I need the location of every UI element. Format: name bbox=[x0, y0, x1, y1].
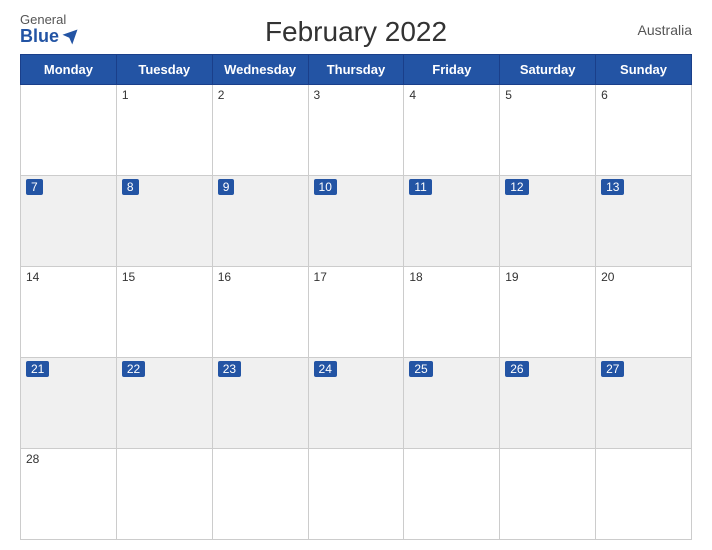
day-number: 10 bbox=[314, 179, 337, 195]
day-number: 28 bbox=[26, 452, 39, 466]
day-number: 27 bbox=[601, 361, 624, 377]
calendar-cell: 25 bbox=[404, 358, 500, 449]
day-number: 21 bbox=[26, 361, 49, 377]
week-row-1: 1 2 3 4 5 6 bbox=[21, 85, 692, 176]
calendar-cell: 14 bbox=[21, 267, 117, 358]
calendar-cell: 21 bbox=[21, 358, 117, 449]
logo-blue: Blue bbox=[20, 27, 79, 47]
day-number: 7 bbox=[26, 179, 43, 195]
calendar-cell: 16 bbox=[212, 267, 308, 358]
weekday-header-row: MondayTuesdayWednesdayThursdayFridaySatu… bbox=[21, 55, 692, 85]
week-row-5: 28 bbox=[21, 449, 692, 540]
day-number: 25 bbox=[409, 361, 432, 377]
day-number: 11 bbox=[409, 179, 431, 195]
day-number: 20 bbox=[601, 270, 614, 284]
calendar-cell: 5 bbox=[500, 85, 596, 176]
calendar-cell: 2 bbox=[212, 85, 308, 176]
week-row-3: 14 15 16 17 18 19 20 bbox=[21, 267, 692, 358]
calendar-cell: 19 bbox=[500, 267, 596, 358]
weekday-header-sunday: Sunday bbox=[596, 55, 692, 85]
calendar-cell: 12 bbox=[500, 176, 596, 267]
calendar-cell bbox=[404, 449, 500, 540]
calendar-cell: 15 bbox=[116, 267, 212, 358]
calendar-cell bbox=[116, 449, 212, 540]
day-number: 3 bbox=[314, 88, 321, 102]
day-number: 15 bbox=[122, 270, 135, 284]
day-number: 6 bbox=[601, 88, 608, 102]
day-number: 14 bbox=[26, 270, 39, 284]
weekday-header-monday: Monday bbox=[21, 55, 117, 85]
week-row-4: 21 22 23 24 25 26 27 bbox=[21, 358, 692, 449]
calendar-cell: 11 bbox=[404, 176, 500, 267]
day-number: 5 bbox=[505, 88, 512, 102]
weekday-header-tuesday: Tuesday bbox=[116, 55, 212, 85]
calendar-cell: 24 bbox=[308, 358, 404, 449]
calendar-cell: 7 bbox=[21, 176, 117, 267]
weekday-header-friday: Friday bbox=[404, 55, 500, 85]
weekday-header-thursday: Thursday bbox=[308, 55, 404, 85]
calendar-cell: 1 bbox=[116, 85, 212, 176]
week-row-2: 7 8 9 10 11 12 13 bbox=[21, 176, 692, 267]
day-number: 23 bbox=[218, 361, 241, 377]
day-number: 24 bbox=[314, 361, 337, 377]
calendar-cell: 27 bbox=[596, 358, 692, 449]
calendar-cell: 26 bbox=[500, 358, 596, 449]
logo: General Blue bbox=[20, 13, 79, 47]
calendar-cell: 13 bbox=[596, 176, 692, 267]
calendar-table: MondayTuesdayWednesdayThursdayFridaySatu… bbox=[20, 54, 692, 540]
day-number: 19 bbox=[505, 270, 518, 284]
calendar-cell: 10 bbox=[308, 176, 404, 267]
calendar-cell bbox=[21, 85, 117, 176]
calendar-cell: 6 bbox=[596, 85, 692, 176]
calendar-cell: 4 bbox=[404, 85, 500, 176]
calendar-cell bbox=[596, 449, 692, 540]
day-number: 9 bbox=[218, 179, 235, 195]
weekday-header-wednesday: Wednesday bbox=[212, 55, 308, 85]
logo-bird-icon bbox=[61, 28, 79, 46]
day-number: 26 bbox=[505, 361, 528, 377]
day-number: 2 bbox=[218, 88, 225, 102]
calendar-cell bbox=[212, 449, 308, 540]
day-number: 17 bbox=[314, 270, 327, 284]
day-number: 1 bbox=[122, 88, 129, 102]
calendar-cell: 8 bbox=[116, 176, 212, 267]
day-number: 12 bbox=[505, 179, 528, 195]
calendar-cell: 20 bbox=[596, 267, 692, 358]
calendar-cell: 22 bbox=[116, 358, 212, 449]
calendar-cell: 3 bbox=[308, 85, 404, 176]
day-number: 16 bbox=[218, 270, 231, 284]
calendar-cell: 9 bbox=[212, 176, 308, 267]
calendar-cell bbox=[500, 449, 596, 540]
calendar-cell: 17 bbox=[308, 267, 404, 358]
day-number: 18 bbox=[409, 270, 422, 284]
day-number: 13 bbox=[601, 179, 624, 195]
day-number: 22 bbox=[122, 361, 145, 377]
page-title: February 2022 bbox=[265, 16, 447, 48]
weekday-header-saturday: Saturday bbox=[500, 55, 596, 85]
calendar-cell: 28 bbox=[21, 449, 117, 540]
day-number: 8 bbox=[122, 179, 139, 195]
day-number: 4 bbox=[409, 88, 416, 102]
calendar-cell bbox=[308, 449, 404, 540]
country-label: Australia bbox=[638, 22, 692, 38]
calendar-cell: 23 bbox=[212, 358, 308, 449]
logo-general: General bbox=[20, 13, 66, 27]
calendar-header: General Blue February 2022 Australia bbox=[20, 10, 692, 50]
calendar-cell: 18 bbox=[404, 267, 500, 358]
